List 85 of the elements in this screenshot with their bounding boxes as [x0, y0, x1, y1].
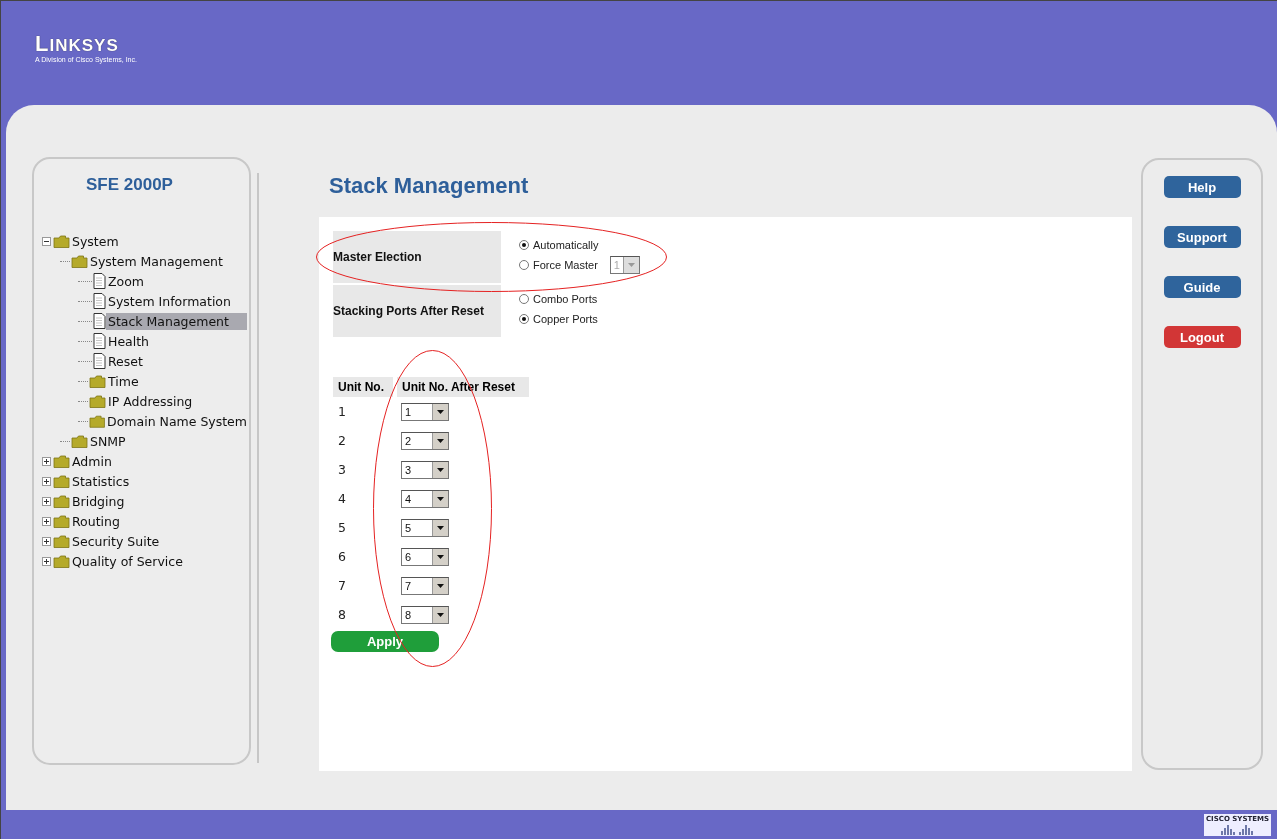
table-cell-text: 2 — [337, 432, 347, 450]
dropdown[interactable]: 8 — [401, 605, 449, 624]
dropdown-arrow-icon — [437, 583, 444, 588]
tree-item[interactable]: Admin — [70, 452, 114, 470]
dropdown[interactable]: 7 — [401, 576, 449, 595]
dropdown[interactable]: 6 — [401, 547, 449, 566]
tree-item[interactable]: Statistics — [70, 472, 132, 490]
table-cell-text: 3 — [337, 461, 347, 479]
tree-item[interactable]: Bridging — [70, 492, 127, 510]
folder-icon — [89, 394, 106, 408]
dropdown-arrow-icon — [437, 554, 444, 559]
table-cell-text: 6 — [337, 548, 347, 566]
expand-icon[interactable] — [42, 536, 51, 546]
radio-label: Copper Ports — [533, 313, 598, 325]
nav-button[interactable]: Guide — [1163, 276, 1241, 298]
dropdown-arrow-icon — [437, 496, 444, 501]
table-cell-text: 1 — [337, 403, 347, 421]
radio-button[interactable] — [519, 240, 529, 250]
column-header: Unit No. After Reset — [397, 377, 529, 397]
folder-icon — [71, 254, 88, 268]
document-icon — [93, 293, 106, 309]
document-icon — [93, 273, 106, 289]
document-icon — [93, 313, 106, 329]
radio-label: Combo Ports — [533, 293, 598, 305]
tree-item[interactable]: Domain Name System — [105, 412, 249, 430]
radio-label: Automatically — [533, 239, 599, 251]
folder-icon — [89, 374, 106, 388]
tree-item[interactable]: Routing — [70, 512, 122, 530]
page-title: Stack Management — [328, 172, 529, 200]
tree-item[interactable]: SNMP — [88, 432, 128, 450]
setting-label: Master Election — [333, 231, 501, 283]
table-cell-text: 5 — [337, 519, 347, 537]
logo-text: LINKSYS — [35, 33, 119, 56]
logout-button[interactable]: Logout — [1163, 326, 1241, 348]
table-cell-text: 4 — [337, 490, 347, 508]
nav-button[interactable]: Support — [1163, 226, 1241, 248]
tree-item[interactable]: IP Addressing — [106, 392, 195, 410]
dropdown-arrow-icon — [437, 409, 444, 414]
folder-icon — [71, 434, 88, 448]
folder-icon — [53, 454, 70, 468]
dropdown-arrow-icon — [627, 263, 635, 267]
document-icon — [93, 353, 106, 369]
document-icon — [93, 333, 106, 349]
expand-icon[interactable] — [42, 456, 51, 466]
table-cell-text: 7 — [337, 577, 347, 595]
radio-label: Force Master — [533, 259, 598, 271]
expand-icon[interactable] — [42, 496, 51, 506]
tree-item[interactable]: Quality of Service — [70, 552, 185, 570]
tree-item[interactable]: Time — [106, 372, 141, 390]
folder-icon — [53, 514, 70, 528]
radio-button[interactable] — [519, 260, 529, 270]
folder-icon — [53, 234, 70, 248]
tree-item[interactable]: System Information — [106, 292, 233, 310]
tree-item[interactable]: Stack Management — [106, 312, 247, 330]
tree-item[interactable]: System — [70, 232, 121, 250]
folder-icon — [88, 414, 106, 428]
tree-item[interactable]: Reset — [106, 352, 145, 370]
folder-icon — [53, 494, 70, 508]
expand-icon[interactable] — [42, 476, 51, 486]
dropdown-arrow-icon — [437, 467, 444, 472]
folder-icon — [53, 534, 70, 548]
tree-item[interactable]: Zoom — [106, 272, 147, 290]
table-cell-text: 8 — [337, 606, 347, 624]
dropdown-arrow-icon — [437, 612, 444, 617]
dropdown[interactable]: 5 — [401, 518, 449, 537]
dropdown-arrow-icon — [437, 525, 444, 530]
tree-item[interactable]: Security Suite — [70, 532, 162, 550]
dropdown[interactable]: 3 — [401, 460, 449, 479]
nav-button[interactable]: Help — [1163, 176, 1241, 198]
dropdown[interactable]: 1 — [401, 402, 449, 421]
radio-button[interactable] — [519, 294, 529, 304]
dropdown[interactable]: 4 — [401, 489, 449, 508]
dropdown[interactable]: 2 — [401, 431, 449, 450]
expand-icon[interactable] — [42, 516, 51, 526]
radio-button[interactable] — [519, 314, 529, 324]
device-title: SFE 2000P — [86, 175, 173, 195]
tree-item[interactable]: System Management — [88, 252, 225, 270]
expand-icon[interactable] — [42, 556, 51, 566]
folder-icon — [53, 474, 70, 488]
column-header: Unit No. — [333, 377, 393, 397]
folder-icon — [53, 554, 70, 568]
collapse-icon[interactable] — [42, 236, 51, 246]
dropdown-arrow-icon — [437, 438, 444, 443]
setting-label: Stacking Ports After Reset — [333, 285, 501, 337]
tree-item[interactable]: Health — [106, 332, 152, 350]
